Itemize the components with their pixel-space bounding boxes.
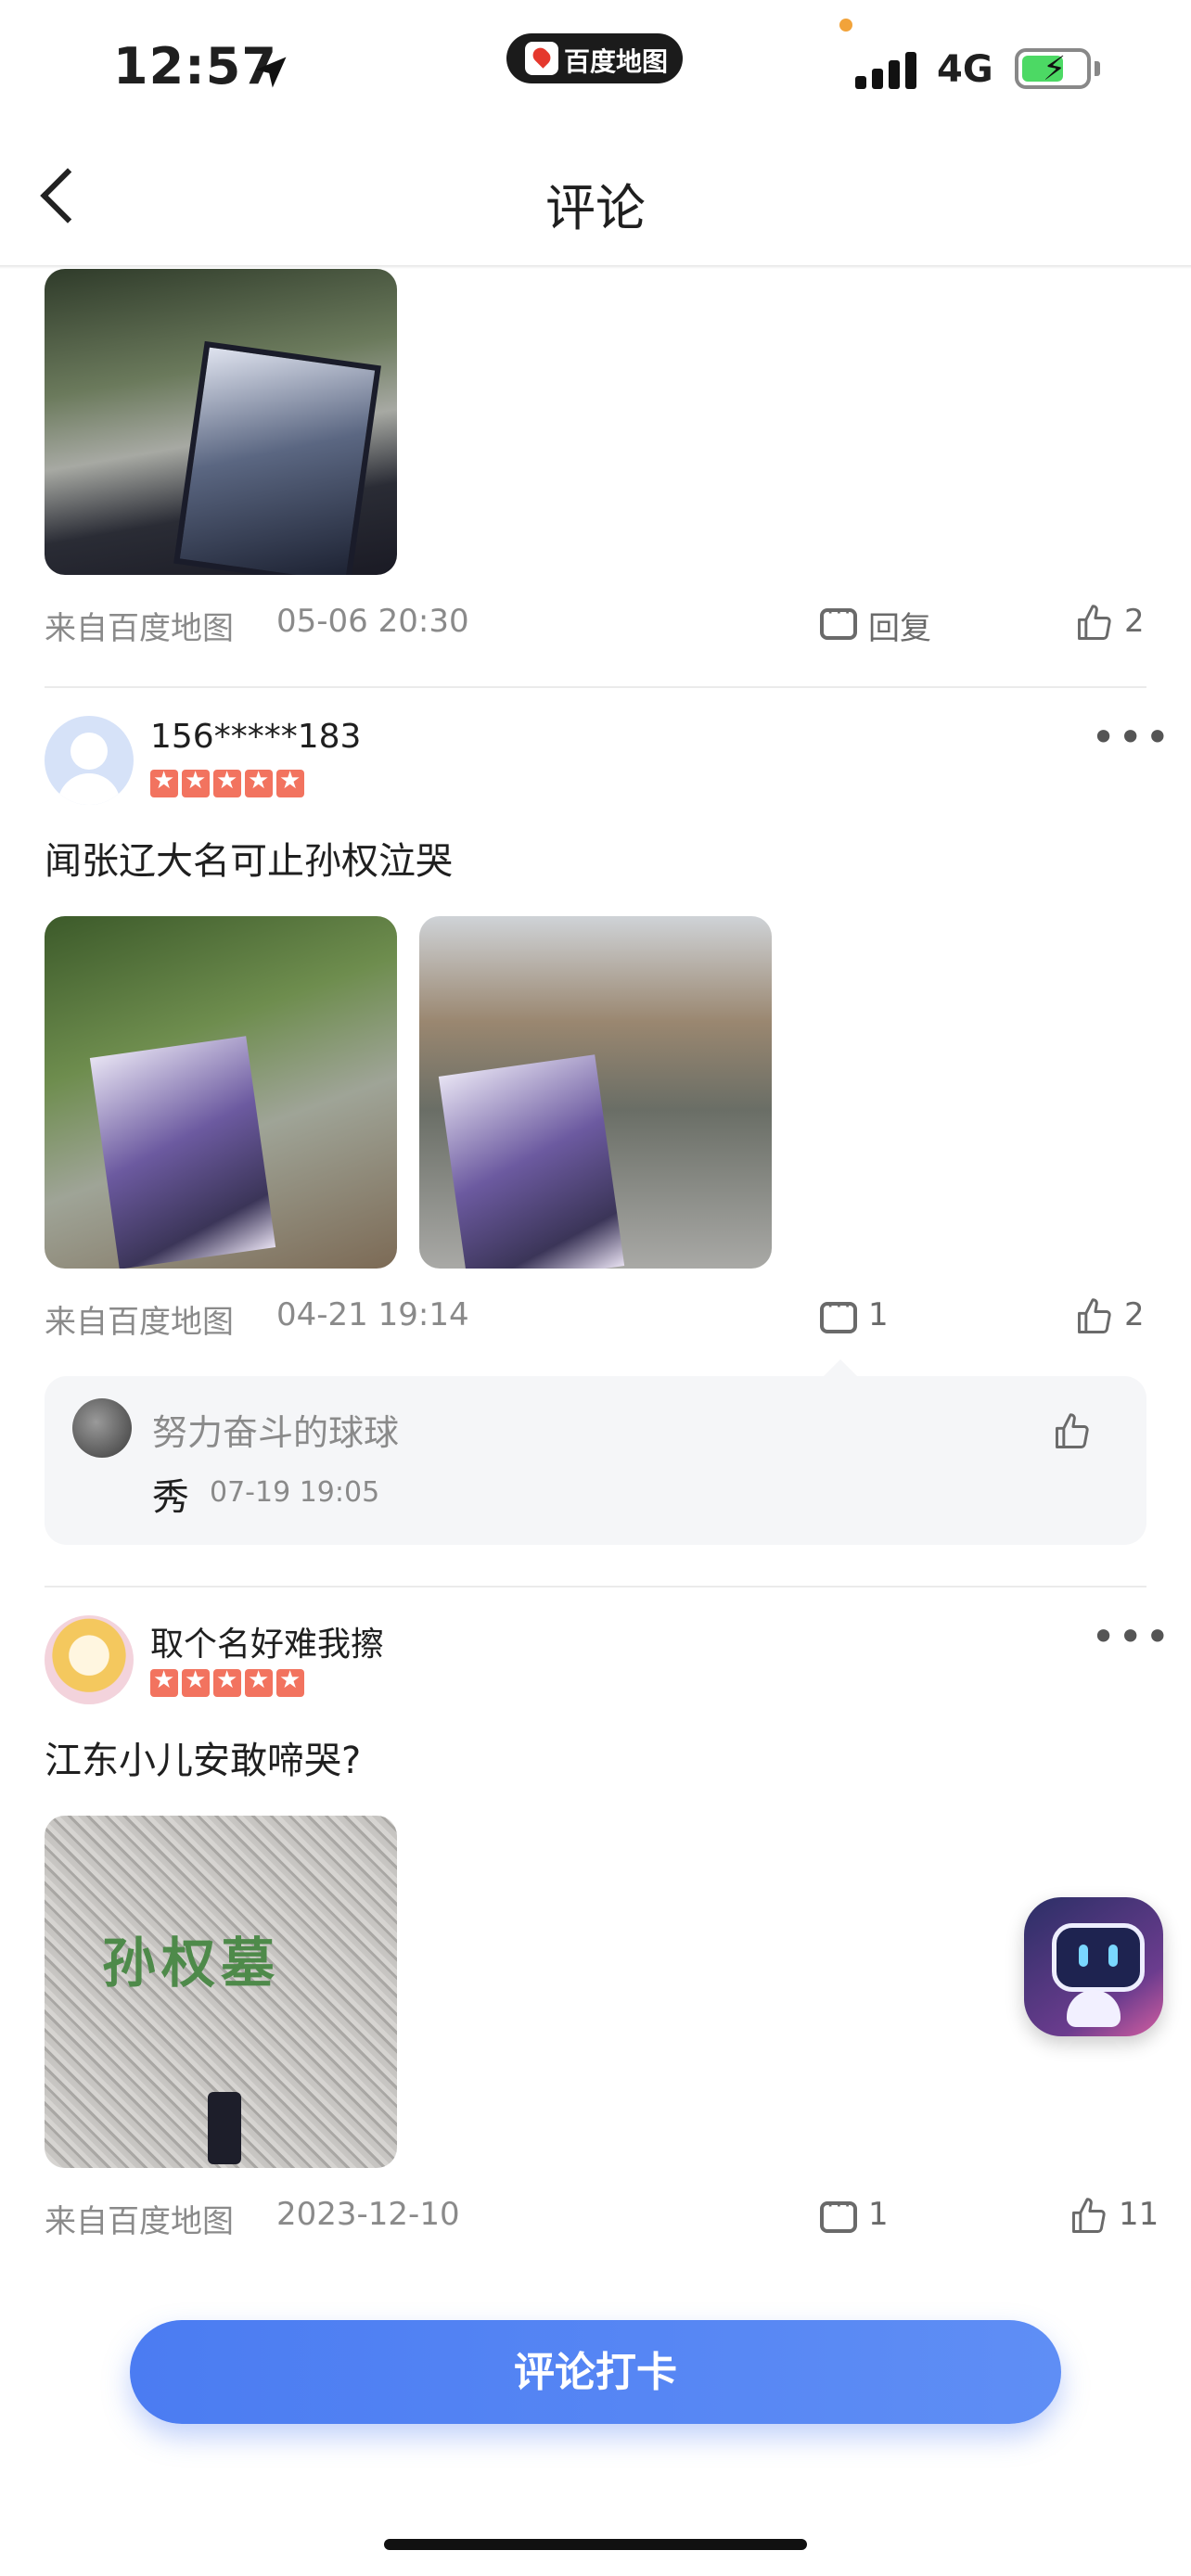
reply-avatar[interactable] <box>72 1398 132 1458</box>
signal-icon <box>855 50 920 89</box>
home-indicator[interactable] <box>384 2539 807 2550</box>
review-username[interactable]: 156*****183 <box>150 718 361 756</box>
more-options-icon[interactable]: ••• <box>1091 712 1172 762</box>
reply-username[interactable]: 努力奋斗的球球 <box>152 1404 399 1455</box>
reply-box[interactable] <box>45 1376 1146 1545</box>
review-source: 来自百度地图 <box>45 2203 234 2240</box>
review-photo[interactable] <box>45 269 397 575</box>
ai-assistant-robot-icon[interactable] <box>1024 1897 1163 2036</box>
thumbs-up-icon[interactable] <box>1069 2196 1109 2237</box>
tomb-inscription: 孙权墓 <box>102 1932 281 1995</box>
like-count: 11 <box>1119 2196 1159 2233</box>
review-checkin-button[interactable]: 评论打卡 <box>130 2320 1061 2424</box>
comment-icon[interactable] <box>820 1293 857 1333</box>
phone-in-photo <box>208 2092 241 2164</box>
reply-thumbs-up-icon[interactable] <box>1052 1411 1093 1452</box>
review-divider <box>45 1586 1146 1588</box>
thumbs-up-icon[interactable] <box>1074 603 1115 644</box>
review-photo[interactable] <box>45 916 397 1269</box>
review-source: 来自百度地图 <box>45 610 234 647</box>
more-options-icon[interactable]: ••• <box>1091 1612 1172 1662</box>
rating-stars <box>150 1666 308 1697</box>
review-time: 2023-12-10 <box>276 2196 460 2233</box>
review-photo[interactable]: 孙权墓 <box>45 1816 397 2168</box>
reply-time: 07-19 19:05 <box>210 1476 380 1509</box>
review-divider <box>45 686 1146 688</box>
reply-pointer <box>822 1359 859 1378</box>
review-time: 04-21 19:14 <box>276 1296 469 1333</box>
review-username[interactable]: 取个名好难我擦 <box>150 1617 384 1665</box>
comment-count[interactable]: 1 <box>868 1296 889 1333</box>
poster-image <box>89 1036 276 1269</box>
reply-text: 秀 <box>152 1476 189 1519</box>
battery-icon: ⚡ <box>1015 48 1091 89</box>
review-source: 来自百度地图 <box>45 1304 234 1341</box>
reply-button[interactable]: 回复 <box>868 603 931 648</box>
app-return-badge[interactable]: 百度地图 <box>506 33 683 83</box>
avatar[interactable] <box>45 716 134 805</box>
comment-icon[interactable] <box>820 2192 857 2233</box>
review-text: 江东小儿安敢啼哭? <box>45 1740 362 1782</box>
like-count: 2 <box>1124 603 1145 640</box>
game-card <box>173 340 381 575</box>
avatar[interactable] <box>45 1615 134 1704</box>
comment-count[interactable]: 1 <box>868 2196 889 2233</box>
review-photo[interactable] <box>419 916 772 1269</box>
review-text: 闻张辽大名可止孙权泣哭 <box>45 840 453 883</box>
review-time: 05-06 20:30 <box>276 603 469 640</box>
app-badge-label: 百度地图 <box>564 46 669 77</box>
page-title: 评论 <box>545 179 646 237</box>
battery-nub <box>1095 61 1100 76</box>
network-type: 4G <box>937 48 993 91</box>
comment-icon[interactable] <box>820 599 857 640</box>
privacy-indicator-dot <box>839 19 852 32</box>
like-count: 2 <box>1124 1296 1145 1333</box>
poster-image <box>438 1054 625 1269</box>
baidu-map-logo-icon <box>525 42 558 75</box>
rating-stars <box>150 767 308 797</box>
thumbs-up-icon[interactable] <box>1074 1296 1115 1337</box>
location-arrow-icon <box>255 57 287 88</box>
